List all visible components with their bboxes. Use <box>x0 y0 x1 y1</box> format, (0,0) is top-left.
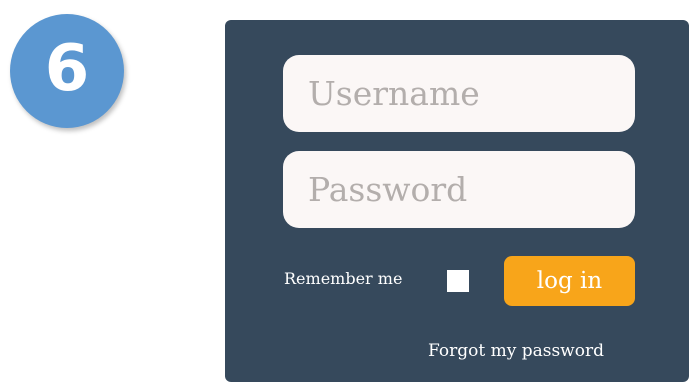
username-input[interactable] <box>283 55 635 132</box>
remember-me-checkbox[interactable] <box>447 270 469 292</box>
forgot-password-link[interactable]: Forgot my password <box>428 340 604 362</box>
remember-me-label: Remember me <box>284 269 403 288</box>
login-panel: Remember me log in Forgot my password <box>225 20 689 382</box>
page: 6 Remember me log in Forgot my password <box>0 0 697 385</box>
step-number-badge: 6 <box>10 14 124 128</box>
step-number: 6 <box>44 32 90 106</box>
password-input[interactable] <box>283 151 635 228</box>
login-button[interactable]: log in <box>504 256 635 306</box>
